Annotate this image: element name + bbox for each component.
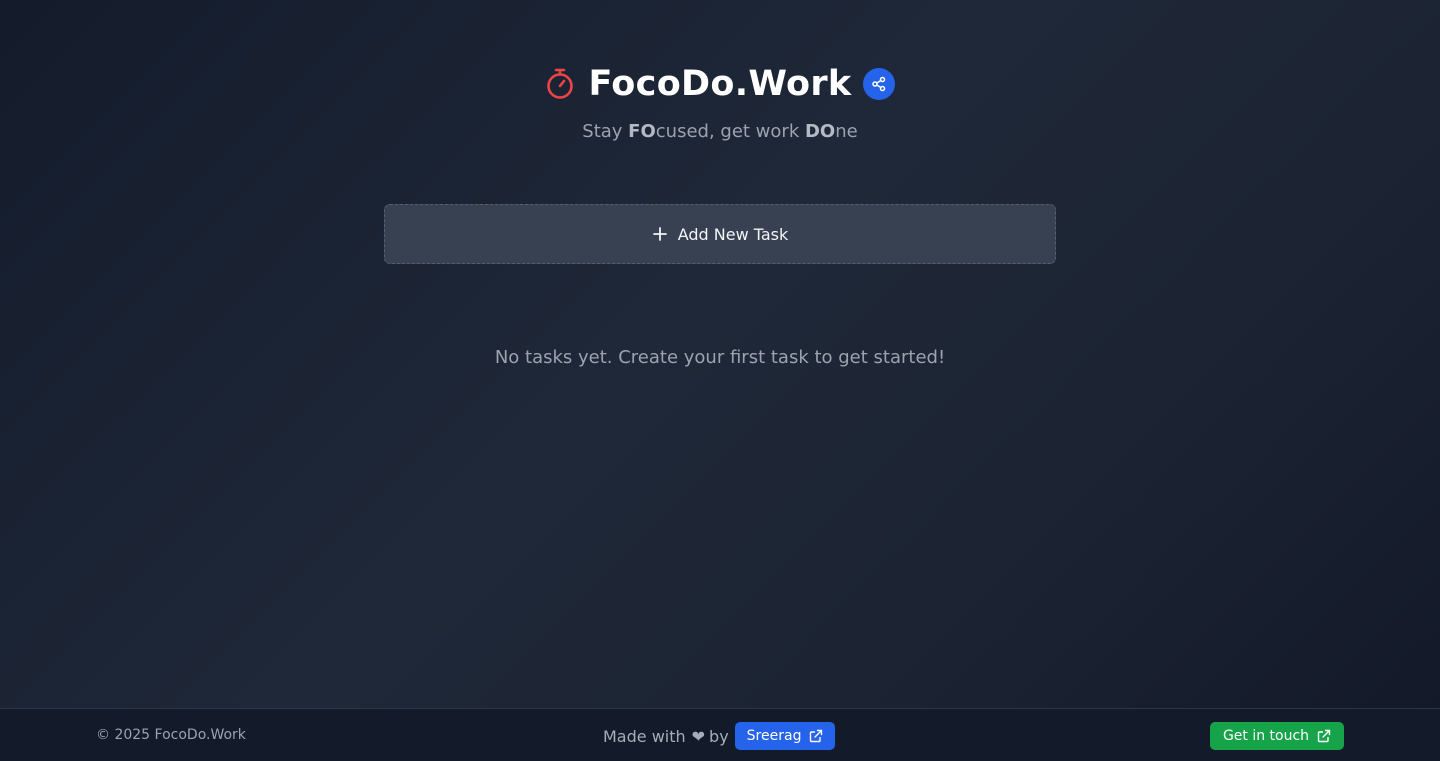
external-link-icon — [1317, 729, 1331, 743]
tagline-emphasis: DO — [804, 121, 836, 142]
heart-icon: ❤ — [691, 726, 706, 746]
tagline: Stay FOcused, get work DOne — [582, 121, 857, 143]
author-link-button[interactable]: Sreerag — [734, 722, 836, 750]
get-in-touch-button[interactable]: Get in touch — [1210, 722, 1344, 750]
app-title: FocoDo.Work — [588, 64, 852, 104]
add-task-button[interactable]: Add New Task — [384, 204, 1056, 264]
share-icon — [872, 76, 886, 92]
add-task-label: Add New Task — [677, 224, 789, 244]
tagline-part: Stay — [582, 121, 629, 142]
share-button[interactable] — [863, 68, 896, 100]
contact-label: Get in touch — [1222, 728, 1310, 744]
copyright-text: © 2025 FocoDo.Work — [96, 727, 246, 743]
app-header: FocoDo.Work Stay FOcused, get work DOne — [0, 60, 1440, 143]
empty-state-message: No tasks yet. Create your first task to … — [494, 347, 946, 368]
stopwatch-icon — [545, 67, 575, 101]
author-name: Sreerag — [746, 728, 802, 744]
title-row: FocoDo.Work — [545, 60, 896, 108]
tagline-part: ne — [835, 121, 858, 142]
made-with-text: Made with — [603, 726, 686, 746]
plus-icon — [652, 226, 668, 242]
by-text: by — [709, 726, 729, 746]
tagline-emphasis: FO — [628, 121, 656, 142]
tagline-part: cused, get work — [655, 121, 805, 142]
footer: © 2025 FocoDo.Work Made with ❤ by Sreera… — [0, 708, 1440, 761]
external-link-icon — [809, 729, 823, 743]
made-with-credit: Made with ❤ by Sreerag — [603, 722, 836, 750]
